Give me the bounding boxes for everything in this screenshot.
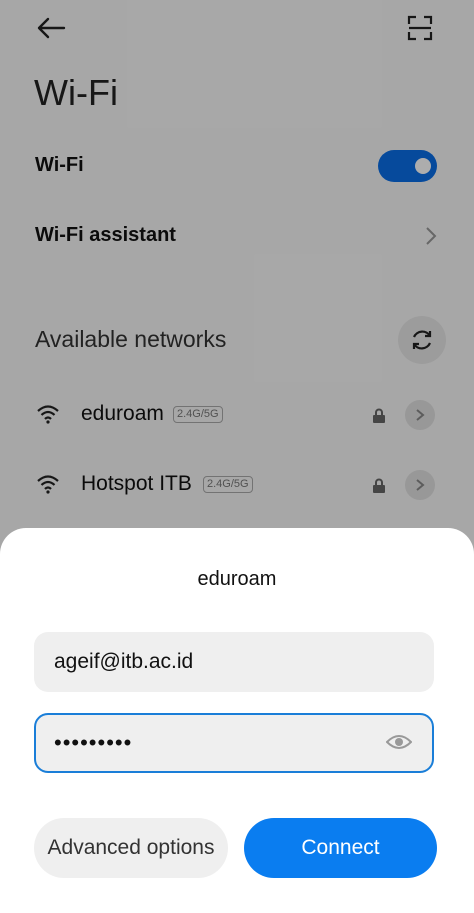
identity-field[interactable] <box>34 632 434 692</box>
connect-button[interactable]: Connect <box>244 818 437 878</box>
identity-input[interactable] <box>54 632 384 692</box>
dialog-title: eduroam <box>197 568 277 590</box>
advanced-options-button[interactable]: Advanced options <box>34 818 228 878</box>
show-password-eye-icon[interactable] <box>386 733 412 751</box>
connect-dialog-sheet: eduroam Advanced options Connect <box>0 528 474 913</box>
password-input[interactable] <box>54 715 384 771</box>
password-field[interactable] <box>34 713 434 773</box>
